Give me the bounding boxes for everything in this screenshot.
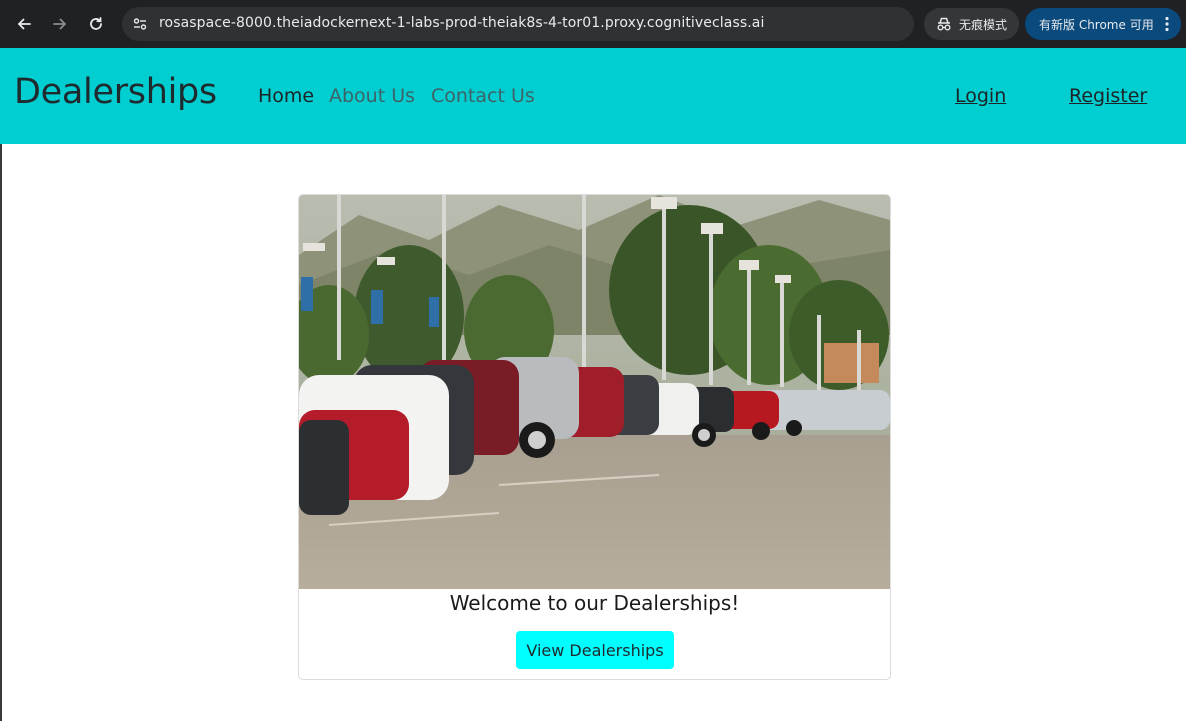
- site-navbar: Dealerships Home About Us Contact Us Log…: [0, 48, 1186, 144]
- incognito-icon: [937, 17, 951, 31]
- reload-button[interactable]: [82, 10, 110, 38]
- site-settings-icon[interactable]: [132, 16, 148, 32]
- forward-button[interactable]: [46, 10, 74, 38]
- brand-title[interactable]: Dealerships: [14, 72, 217, 112]
- back-button[interactable]: [10, 10, 38, 38]
- login-link[interactable]: Login: [955, 85, 1006, 107]
- welcome-card: Welcome to our Dealerships! View Dealers…: [298, 194, 891, 680]
- menu-dots-icon[interactable]: [1164, 16, 1170, 32]
- address-bar[interactable]: rosaspace-8000.theiadockernext-1-labs-pr…: [122, 7, 1019, 41]
- update-label: 有新版 Chrome 可用: [1039, 17, 1154, 32]
- chrome-update-chip[interactable]: 有新版 Chrome 可用: [1025, 8, 1181, 40]
- window-edge: [0, 144, 2, 721]
- incognito-label: 无痕模式: [959, 17, 1008, 32]
- register-link[interactable]: Register: [1069, 85, 1147, 107]
- browser-toolbar: rosaspace-8000.theiadockernext-1-labs-pr…: [0, 0, 1186, 48]
- back-icon: [17, 18, 31, 30]
- welcome-title: Welcome to our Dealerships!: [449, 591, 740, 615]
- view-dealerships-button[interactable]: View Dealerships: [516, 631, 674, 669]
- reload-icon: [90, 17, 102, 30]
- incognito-chip[interactable]: 无痕模式: [924, 8, 1019, 40]
- parking-lot-image: [299, 195, 890, 589]
- nav-about-link[interactable]: About Us: [329, 85, 415, 107]
- url-text[interactable]: rosaspace-8000.theiadockernext-1-labs-pr…: [159, 15, 764, 31]
- nav-home-link[interactable]: Home: [258, 85, 314, 107]
- forward-icon: [53, 18, 67, 30]
- nav-contact-link[interactable]: Contact Us: [431, 85, 535, 107]
